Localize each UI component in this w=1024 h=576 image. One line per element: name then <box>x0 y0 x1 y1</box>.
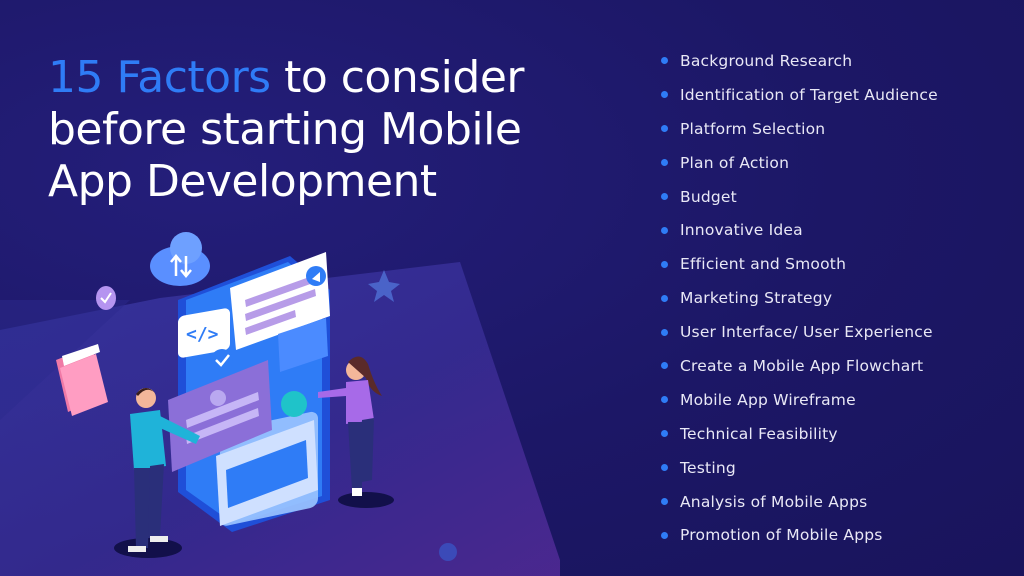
decorative-dot <box>439 543 457 561</box>
share-icon <box>281 391 307 417</box>
list-item: Analysis of Mobile Apps <box>660 485 938 519</box>
list-item: Marketing Strategy <box>660 281 938 315</box>
factor-label: Background Research <box>680 51 853 70</box>
code-icon: </> <box>186 324 219 345</box>
factor-label: Efficient and Smooth <box>680 255 847 274</box>
list-item: Innovative Idea <box>660 213 938 247</box>
factor-label: Identification of Target Audience <box>680 85 938 104</box>
bullet-icon <box>661 396 668 404</box>
bullet-icon <box>661 328 668 336</box>
factor-label: Create a Mobile App Flowchart <box>680 356 924 375</box>
factor-label: Marketing Strategy <box>680 289 833 308</box>
bullet-icon <box>661 226 668 234</box>
list-item: Testing <box>660 451 938 485</box>
bullet-icon <box>661 260 668 268</box>
factor-label: Innovative Idea <box>680 221 803 240</box>
bullet-icon <box>661 464 668 472</box>
list-item: Identification of Target Audience <box>660 78 938 112</box>
factor-label: Mobile App Wireframe <box>680 390 856 409</box>
gear-icon <box>210 390 226 406</box>
list-item: User Interface/ User Experience <box>660 315 938 349</box>
list-item: Background Research <box>660 44 938 78</box>
list-item: Plan of Action <box>660 146 938 180</box>
bullet-icon <box>661 294 668 302</box>
bullet-icon <box>661 531 668 539</box>
factor-label: Testing <box>680 458 736 477</box>
list-item: Technical Feasibility <box>660 417 938 451</box>
bullet-icon <box>661 498 668 506</box>
list-item: Create a Mobile App Flowchart <box>660 349 938 383</box>
bullet-icon <box>661 159 668 167</box>
factor-label: Platform Selection <box>680 119 826 138</box>
star-icon <box>368 270 400 302</box>
factors-list: Background Research Identification of Ta… <box>660 44 938 552</box>
list-item: Efficient and Smooth <box>660 247 938 281</box>
bullet-icon <box>661 57 668 65</box>
bullet-icon <box>661 430 668 438</box>
infographic: 15 Factors to consider before starting Mo… <box>0 0 1024 576</box>
list-item: Mobile App Wireframe <box>660 383 938 417</box>
list-item: Promotion of Mobile Apps <box>660 518 938 552</box>
list-item: Budget <box>660 180 938 214</box>
factor-label: User Interface/ User Experience <box>680 323 933 342</box>
folder-icon <box>56 344 108 416</box>
factor-label: Budget <box>680 187 737 206</box>
bullet-icon <box>661 193 668 200</box>
list-item: Platform Selection <box>660 112 938 146</box>
cloud-sync-icon <box>150 232 210 286</box>
factor-label: Analysis of Mobile Apps <box>680 492 868 511</box>
factor-label: Technical Feasibility <box>680 424 838 443</box>
check-bubble-icon <box>96 286 116 310</box>
check-badge-icon <box>211 349 233 371</box>
factor-label: Plan of Action <box>680 153 790 172</box>
factor-label: Promotion of Mobile Apps <box>680 526 883 545</box>
bullet-icon <box>661 91 668 99</box>
bullet-icon <box>661 125 668 133</box>
bullet-icon <box>661 362 668 370</box>
